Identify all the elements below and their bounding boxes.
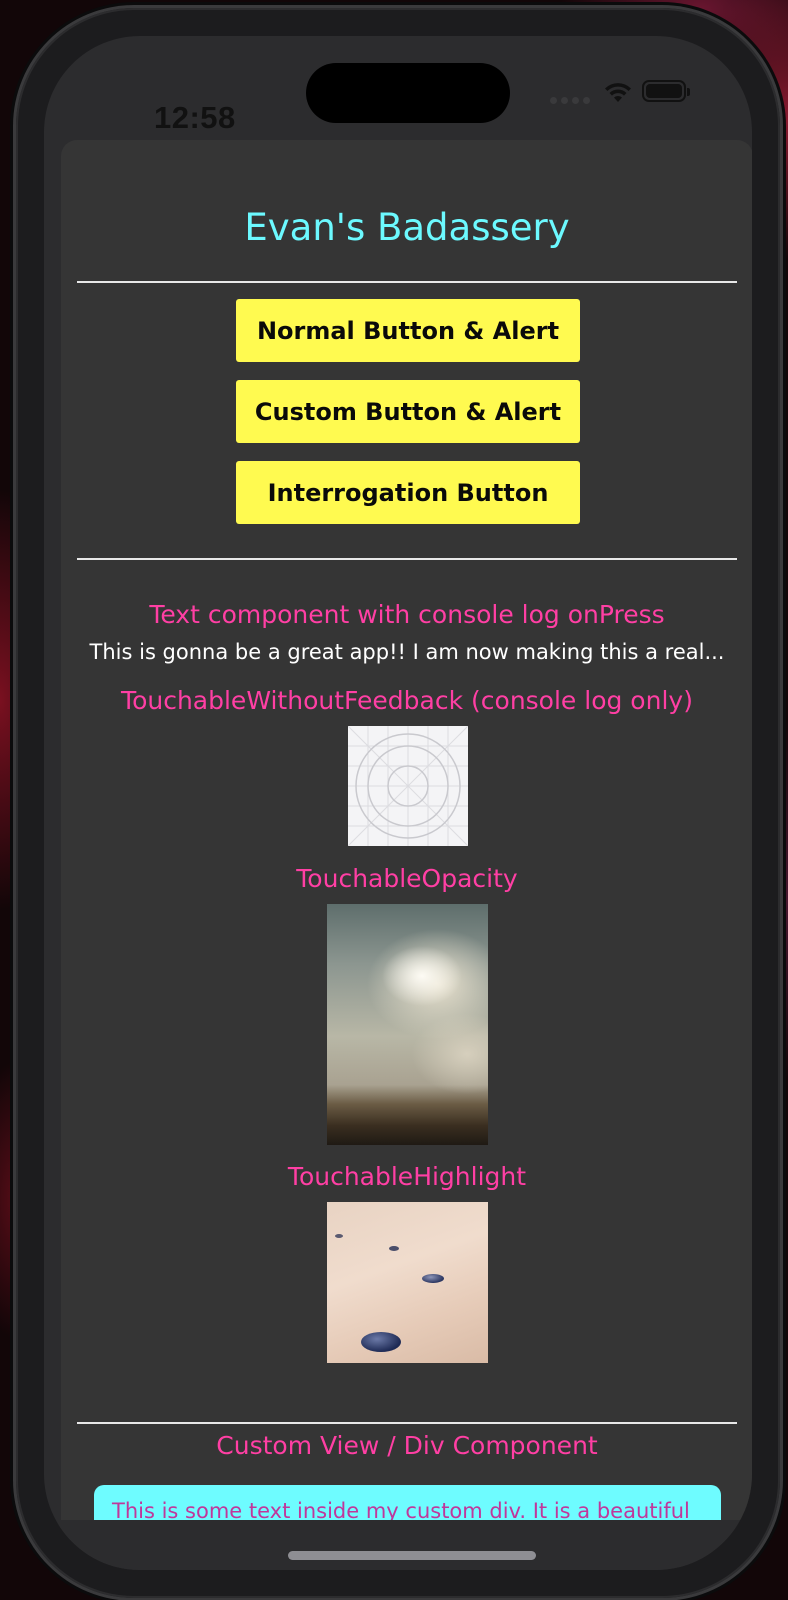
touchable-opacity-image[interactable] bbox=[327, 904, 488, 1145]
touchable-highlight-image[interactable] bbox=[327, 1202, 488, 1363]
text-component-body[interactable]: This is gonna be a great app!! I am now … bbox=[61, 640, 752, 664]
phone-screen: 12:58 Evan's Badassery Normal Button & A… bbox=[44, 36, 752, 1570]
divider bbox=[77, 1422, 737, 1424]
app-sheet: Evan's Badassery Normal Button & Alert C… bbox=[61, 140, 752, 1520]
touchable-highlight-label: TouchableHighlight bbox=[287, 1162, 527, 1191]
custom-div: This is some text inside my custom div. … bbox=[94, 1485, 721, 1520]
pebble bbox=[361, 1332, 401, 1352]
dynamic-island bbox=[306, 63, 510, 123]
normal-button-alert[interactable]: Normal Button & Alert bbox=[236, 299, 580, 362]
interrogation-button[interactable]: Interrogation Button bbox=[236, 461, 580, 524]
divider bbox=[77, 558, 737, 560]
bottom-safe-area bbox=[44, 1520, 752, 1570]
signal-icon bbox=[550, 97, 590, 104]
custom-div-text: This is some text inside my custom div. … bbox=[112, 1499, 690, 1520]
app-title: Evan's Badassery bbox=[244, 206, 570, 249]
pebble bbox=[389, 1246, 399, 1251]
wifi-icon bbox=[605, 83, 631, 102]
home-indicator[interactable] bbox=[288, 1551, 536, 1560]
divider bbox=[77, 281, 737, 283]
custom-button-alert[interactable]: Custom Button & Alert bbox=[236, 380, 580, 443]
battery-icon bbox=[642, 80, 690, 102]
text-component-label[interactable]: Text component with console log onPress bbox=[61, 600, 752, 629]
grid-placeholder-image bbox=[348, 726, 468, 846]
status-time: 12:58 bbox=[154, 100, 236, 135]
pebble bbox=[335, 1234, 343, 1238]
pebble bbox=[422, 1274, 444, 1283]
touchable-without-feedback-label: TouchableWithoutFeedback (console log on… bbox=[121, 686, 693, 715]
phone-frame: 12:58 Evan's Badassery Normal Button & A… bbox=[16, 8, 780, 1598]
custom-view-label: Custom View / Div Component bbox=[216, 1431, 598, 1460]
touchable-without-feedback-image[interactable] bbox=[348, 726, 468, 846]
touchable-opacity-label: TouchableOpacity bbox=[296, 864, 518, 893]
